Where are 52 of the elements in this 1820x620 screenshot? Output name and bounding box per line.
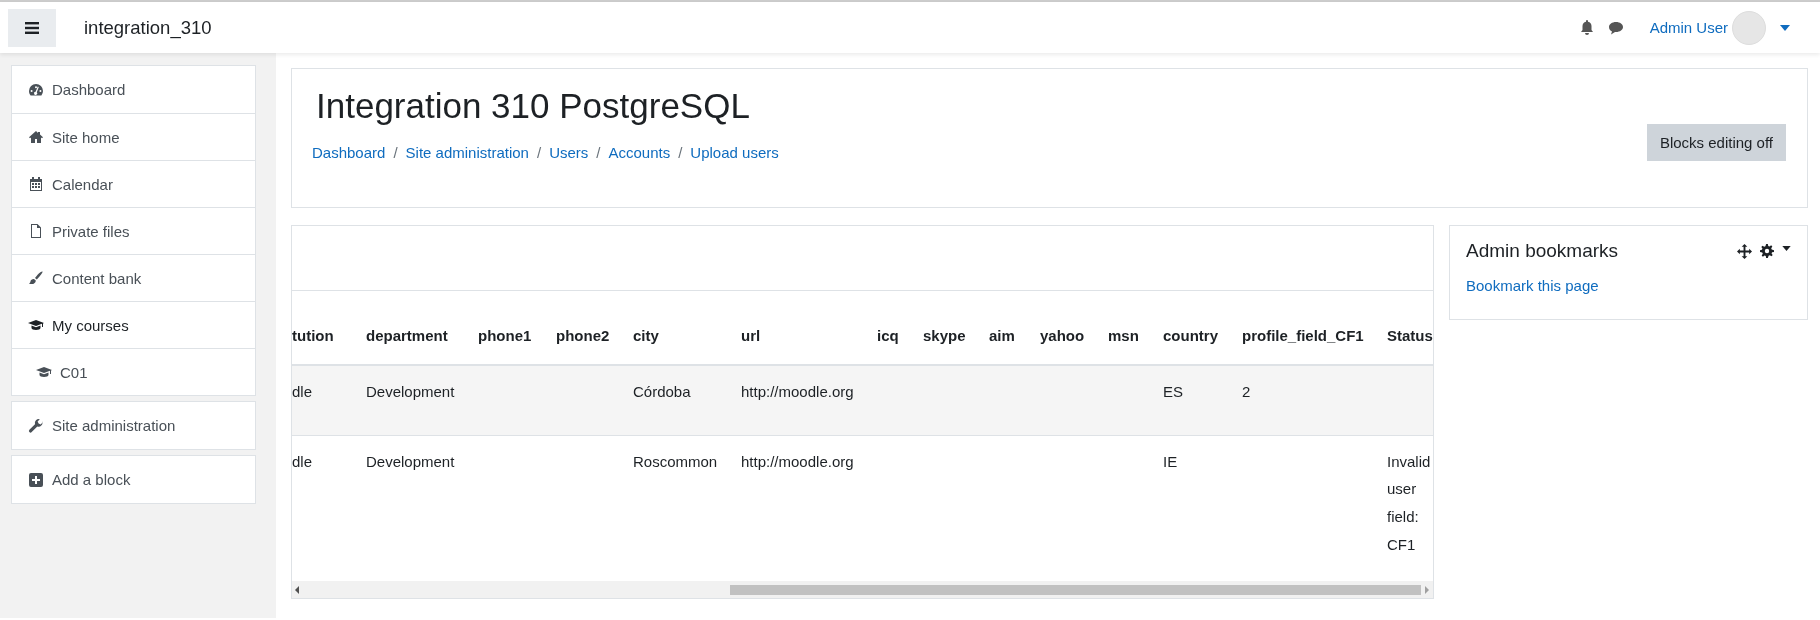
table-cell: IE (1163, 452, 1178, 470)
table-cell: http://moodle.org (741, 452, 854, 470)
breadcrumb-link[interactable]: Accounts (608, 144, 671, 161)
graduation-cap-icon (28, 317, 44, 333)
menu-icon (25, 21, 39, 34)
table-cell: ES (1163, 383, 1183, 400)
breadcrumb-link[interactable]: Users (549, 144, 589, 161)
wrench-icon (28, 417, 44, 434)
gauge-icon (28, 81, 44, 98)
nav-item[interactable]: Content bank (12, 254, 255, 301)
blocks-editing-button[interactable]: Blocks editing off (1646, 124, 1786, 161)
table-cell: Roscommon (633, 452, 718, 470)
breadcrumb-separator: / (596, 144, 601, 161)
table-cell: Development (366, 452, 455, 470)
caret-icon[interactable] (1782, 245, 1791, 251)
nav-item[interactable]: Site home (12, 113, 255, 160)
brush-icon (28, 270, 44, 286)
nav-item[interactable]: Dashboard (12, 66, 255, 113)
table-cell: http://moodle.org (741, 383, 854, 400)
menu-button[interactable] (8, 8, 56, 47)
user-menu-link[interactable]: Admin User (1649, 19, 1728, 36)
table-cell: dle (292, 452, 313, 470)
table-cell: Development (366, 383, 455, 400)
bookmark-link[interactable]: Bookmark this page (1466, 277, 1599, 294)
breadcrumb-separator: / (536, 144, 542, 161)
nav-item[interactable]: Add a block (12, 456, 255, 503)
bell-icon[interactable] (1579, 20, 1594, 35)
table-cell: Invalid user field: CF1 (1387, 452, 1431, 553)
table-cell: Córdoba (633, 383, 691, 400)
breadcrumb-link[interactable]: Site administration (405, 144, 529, 161)
chat-bubble-icon[interactable] (1607, 20, 1624, 35)
move-icon[interactable] (1737, 243, 1752, 259)
nav-item[interactable]: Site administration (12, 402, 255, 449)
nav-item[interactable]: C01 (12, 348, 255, 395)
settings-icon[interactable] (1760, 244, 1774, 258)
horizontal-scrollbar[interactable] (292, 581, 1433, 598)
nav-item[interactable]: My courses (12, 301, 255, 348)
house-icon (28, 129, 44, 145)
breadcrumb-separator: / (393, 144, 398, 161)
table-cell: 2 (1242, 383, 1251, 400)
block-title: Admin bookmarks (1466, 240, 1620, 262)
breadcrumb-link[interactable]: Dashboard (312, 144, 386, 161)
breadcrumb-link[interactable]: Upload users (690, 144, 779, 161)
nav-item[interactable]: Private files (12, 207, 255, 254)
page-title: Integration 310 PostgreSQL (316, 85, 751, 127)
table-cell: dle (292, 383, 313, 400)
graduation-cap-icon (36, 364, 52, 380)
site-name[interactable]: integration_310 (84, 16, 212, 39)
calendar-icon (28, 176, 44, 192)
file-icon (28, 223, 44, 239)
breadcrumb-separator: / (678, 144, 683, 161)
nav-item[interactable]: Calendar (12, 160, 255, 207)
